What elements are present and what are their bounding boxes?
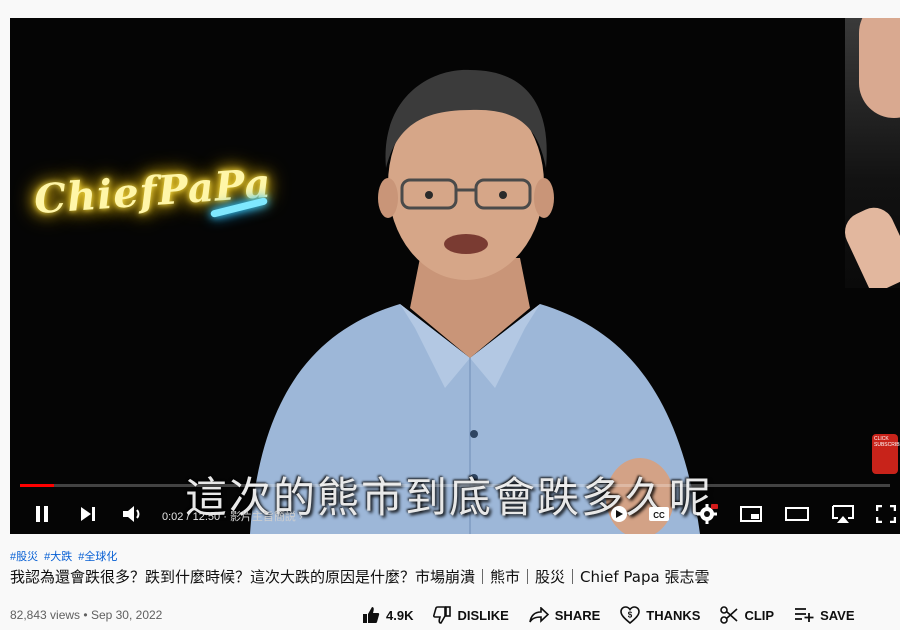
view-date-info: 82,843 views • Sep 30, 2022 <box>10 608 162 622</box>
chapter-dot: · <box>223 511 230 523</box>
top-strip <box>0 0 900 18</box>
youtube-watch-page: ChiefPaPa CLICK SUBSCRIB 這次的熊市到底會跌多久呢 0:… <box>0 0 900 630</box>
autoplay-toggle[interactable] <box>606 500 632 528</box>
dislike-label: DISLIKE <box>457 607 509 623</box>
pip-face <box>859 18 900 118</box>
cast-button[interactable] <box>830 500 856 528</box>
video-title: 我認為還會跌很多？跌到什麼時候？這次大跌的原因是什麼？市場崩潰｜熊市｜股災｜Ch… <box>10 568 710 586</box>
presenter-figure <box>250 69 700 534</box>
pause-button[interactable] <box>30 500 54 528</box>
captions-button[interactable]: CC <box>646 500 672 528</box>
dislike-button[interactable]: DISLIKE <box>433 604 509 626</box>
save-label: SAVE <box>820 607 855 623</box>
theater-icon <box>785 507 809 521</box>
share-label: SHARE <box>554 607 601 623</box>
hashtag[interactable]: #全球化 <box>78 548 117 563</box>
video-info: #股災 #大跌 #全球化 我認為還會跌很多？跌到什麼時候？這次大跌的原因是什麼？… <box>10 548 900 624</box>
cc-icon: CC <box>649 507 669 521</box>
volume-icon <box>123 506 140 522</box>
fullscreen-icon <box>876 505 896 523</box>
like-button[interactable]: 4.9K <box>362 604 413 626</box>
hashtag[interactable]: #股災 <box>10 548 38 563</box>
svg-text:CC: CC <box>653 511 665 520</box>
metadata-row: 82,843 views • Sep 30, 2022 4.9K DISLIKE… <box>10 604 900 626</box>
settings-button[interactable] <box>694 500 720 528</box>
airplay-icon <box>832 505 854 523</box>
svg-text:$: $ <box>628 611 633 620</box>
share-icon <box>528 607 549 623</box>
current-time: 0:02 <box>162 511 184 523</box>
picture-in-picture-overlay <box>845 18 900 288</box>
volume-button[interactable] <box>120 500 146 528</box>
hashtag-list: #股災 #大跌 #全球化 <box>10 548 900 563</box>
action-bar: 4.9K DISLIKE SHARE $ THANKS CLIP SAVE <box>362 604 875 626</box>
thanks-label: THANKS <box>646 607 701 623</box>
chapter-title[interactable]: 影片主旨簡説 <box>230 511 296 523</box>
gear-icon <box>697 504 718 524</box>
chapter-chevron-icon[interactable]: › <box>299 511 303 523</box>
progress-played <box>20 484 54 487</box>
upload-date: Sep 30, 2022 <box>90 608 163 622</box>
player-controls: 0:02 / 12:50 · 影片主旨簡説 › CC <box>10 494 900 534</box>
meta-separator: • <box>83 608 88 622</box>
scissors-icon <box>720 606 738 624</box>
time-display: 0:02 / 12:50 · 影片主旨簡説 › <box>162 508 303 524</box>
theater-mode-button[interactable] <box>784 500 810 528</box>
miniplayer-icon <box>740 506 762 522</box>
save-button[interactable]: SAVE <box>794 604 855 626</box>
video-player[interactable]: ChiefPaPa CLICK SUBSCRIB 這次的熊市到底會跌多久呢 0:… <box>10 18 900 534</box>
playlist-add-icon <box>795 608 814 622</box>
super-thanks-icon: $ <box>620 606 641 624</box>
clip-button[interactable]: CLIP <box>720 604 774 626</box>
autoplay-icon <box>611 506 627 522</box>
thanks-button[interactable]: $ THANKS <box>620 604 700 626</box>
miniplayer-button[interactable] <box>738 500 764 528</box>
thumbs-down-icon <box>433 606 452 624</box>
thumbs-up-icon <box>363 607 380 623</box>
fullscreen-button[interactable] <box>874 500 898 528</box>
clip-label: CLIP <box>744 607 775 623</box>
subscribe-badge[interactable]: CLICK SUBSCRIBE <box>872 434 900 474</box>
duration: 12:50 <box>192 511 221 523</box>
hashtag[interactable]: #大跌 <box>44 548 72 563</box>
like-count: 4.9K <box>386 607 414 623</box>
next-button[interactable] <box>76 500 100 528</box>
skip-next-icon <box>81 507 95 521</box>
pause-icon <box>36 506 48 522</box>
pip-hand <box>845 201 900 288</box>
share-button[interactable]: SHARE <box>528 604 601 626</box>
progress-bar[interactable] <box>20 484 890 487</box>
view-count: 82,843 views <box>10 608 81 622</box>
